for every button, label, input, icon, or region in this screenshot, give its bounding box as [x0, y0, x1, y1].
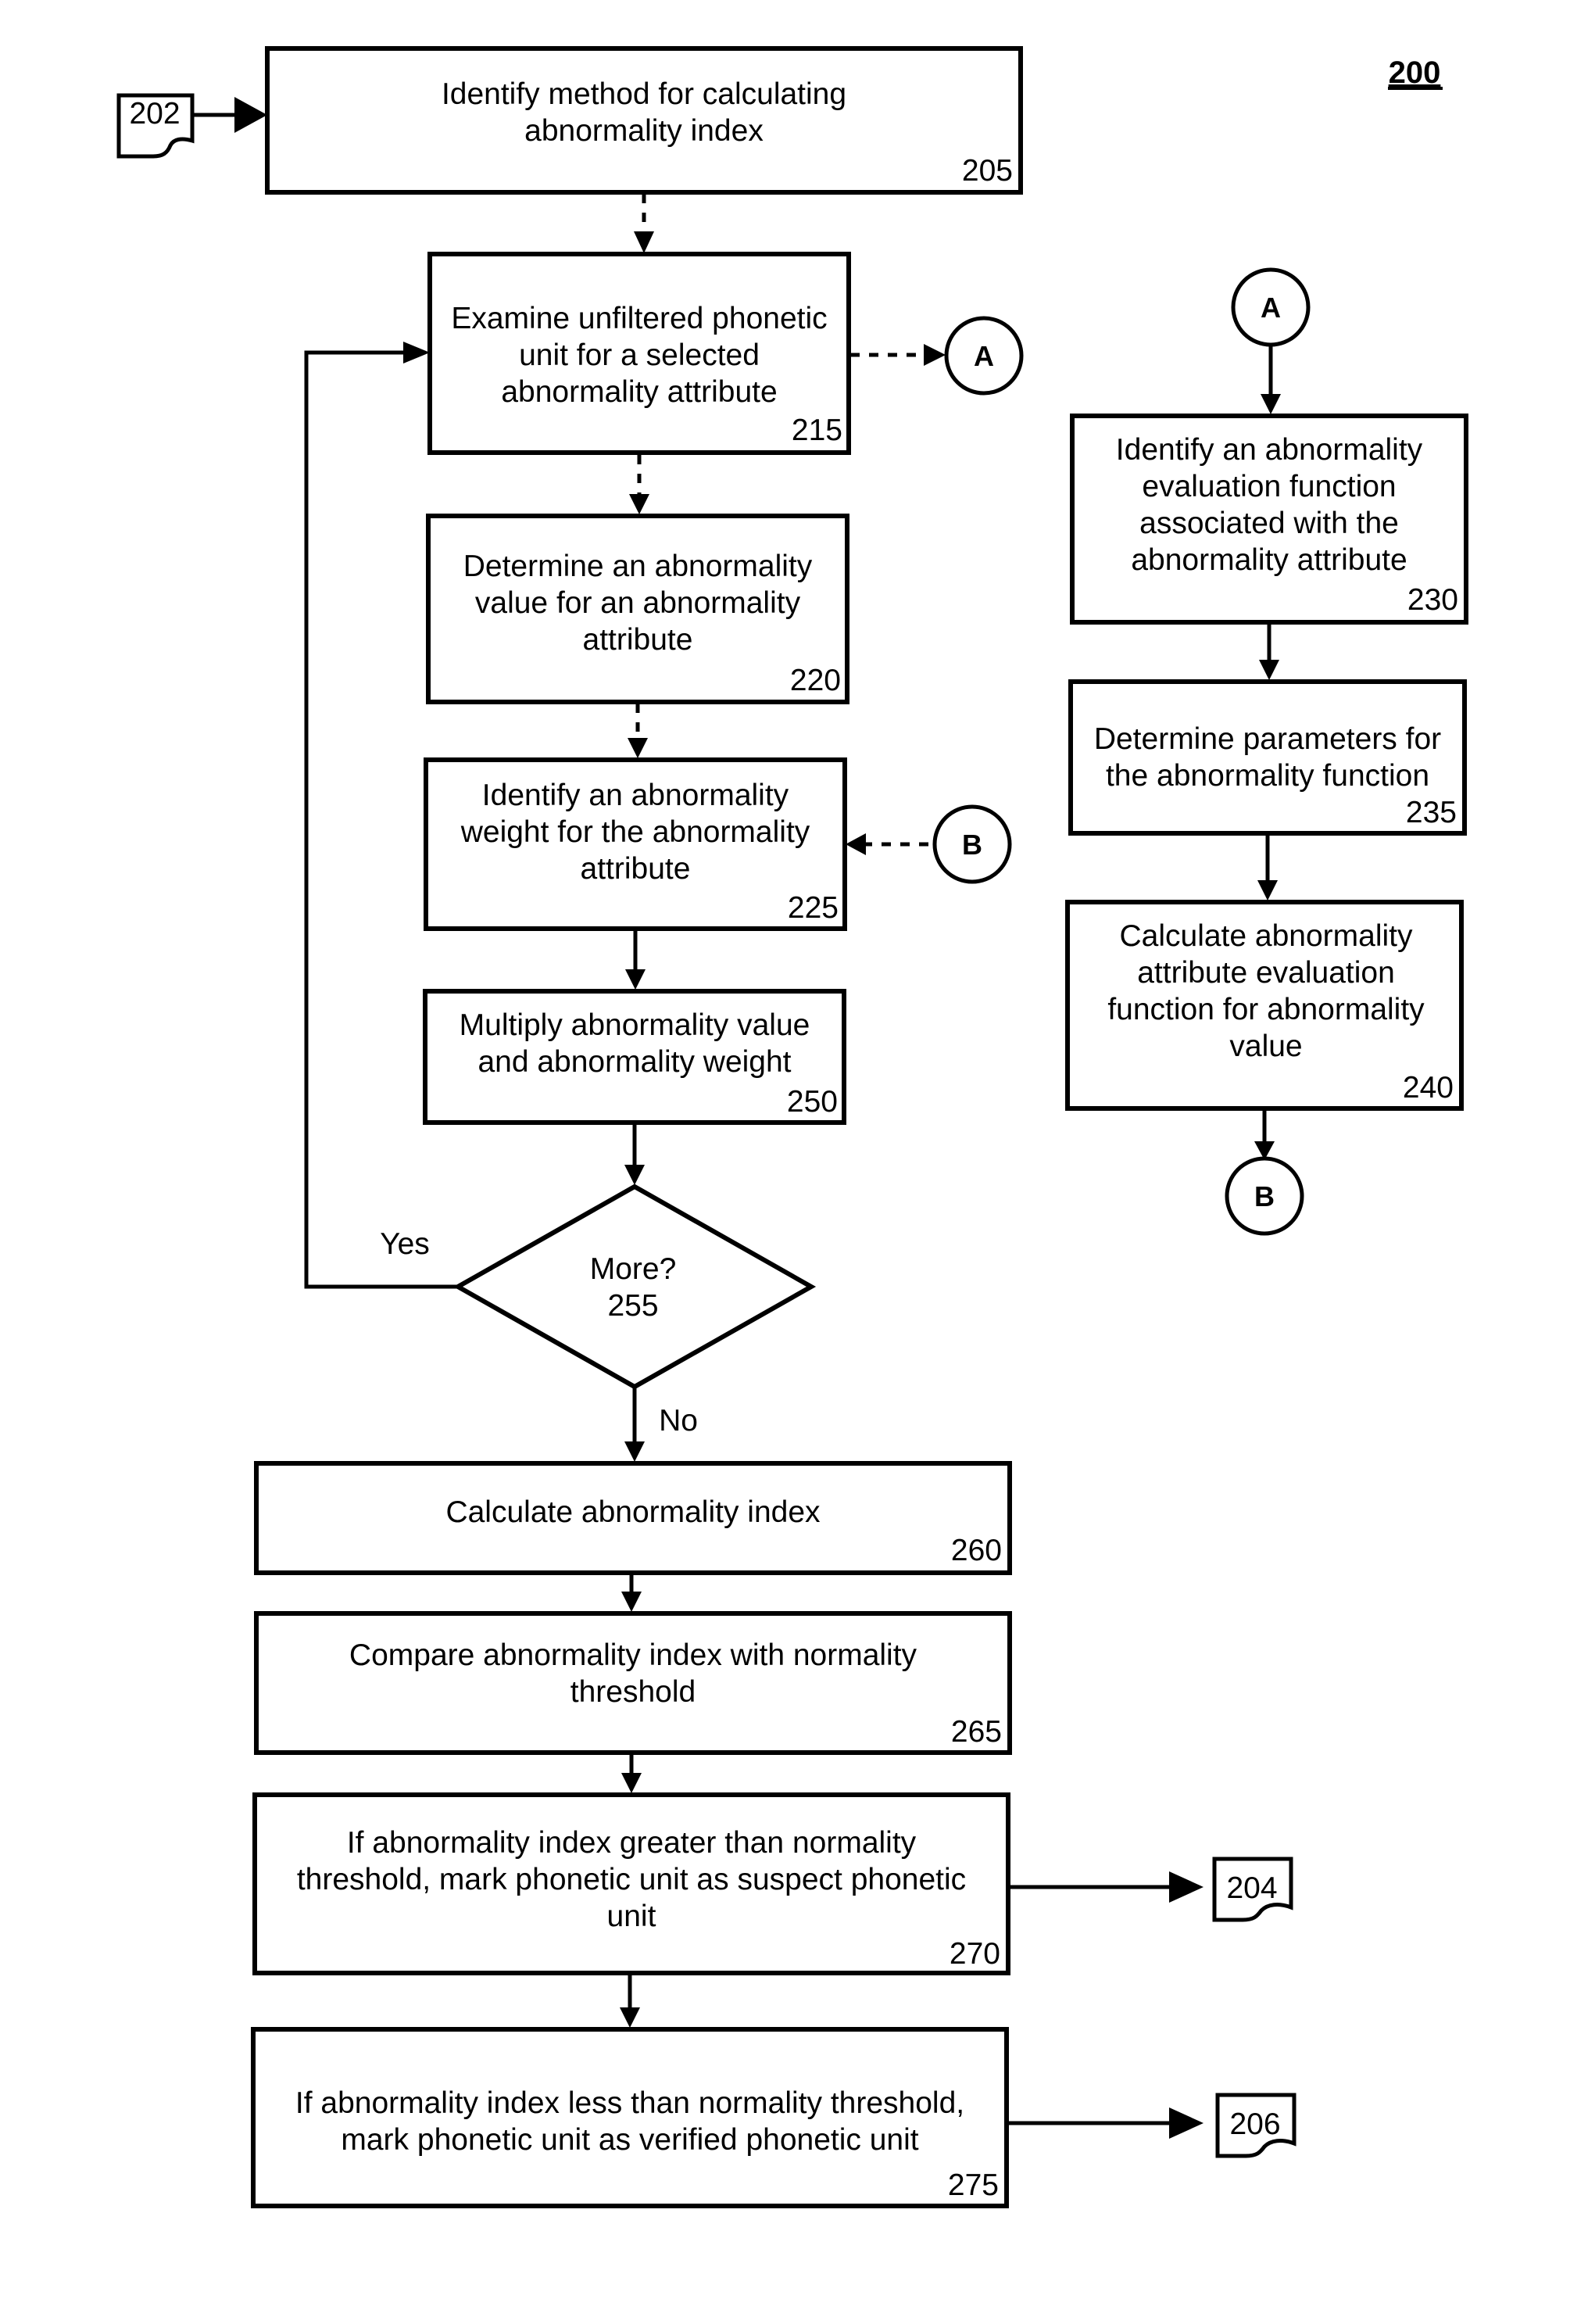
arrowhead-265: [621, 1592, 642, 1612]
step-215-line-1: Examine unfiltered phonetic: [451, 302, 827, 335]
step-260: Calculate abnormality index 260: [254, 1461, 1012, 1575]
step-240-line-1: Calculate abnormality: [1119, 919, 1413, 953]
step-275-ref: 275: [948, 2168, 999, 2202]
step-240-line-2: attribute evaluation: [1137, 956, 1395, 990]
step-250: Multiply abnormality value and abnormali…: [423, 989, 846, 1125]
step-230: Identify an abnormality evaluation funct…: [1070, 414, 1468, 625]
step-215: Examine unfiltered phonetic unit for a s…: [427, 252, 851, 455]
step-260-line-1: Calculate abnormality index: [445, 1495, 821, 1529]
connector-b-out: B: [1225, 1156, 1304, 1236]
connector-a-in: A: [1231, 267, 1311, 347]
arrowhead-b-to-225: [846, 833, 866, 855]
decision-255-question: More?: [590, 1252, 677, 1286]
step-215-line-3: abnormality attribute: [501, 375, 777, 409]
no-label: No: [659, 1404, 698, 1438]
step-235-ref: 235: [1406, 796, 1457, 829]
step-220-ref: 220: [790, 664, 841, 697]
step-225-line-2: weight for the abnormality: [460, 815, 810, 849]
step-235: Determine parameters for the abnormality…: [1068, 679, 1467, 836]
connector-b-in-label: B: [962, 829, 982, 861]
step-240-line-3: function for abnormality: [1107, 993, 1425, 1026]
arrowhead-275: [620, 2007, 640, 2028]
figure-number: 200: [1389, 56, 1441, 90]
step-235-line-1: Determine parameters for: [1094, 722, 1441, 756]
step-275-line-2: mark phonetic unit as verified phonetic …: [341, 2123, 918, 2157]
step-250-line-1: Multiply abnormality value: [460, 1008, 810, 1042]
step-265-line-2: threshold: [570, 1675, 696, 1709]
step-230-ref: 230: [1407, 583, 1458, 617]
step-265-line-1: Compare abnormality index with normality: [349, 1638, 917, 1672]
arrowhead-202: [234, 97, 267, 133]
step-225: Identify an abnormality weight for the a…: [424, 757, 847, 931]
arrowhead-204: [1169, 1871, 1204, 1903]
step-225-line-3: attribute: [581, 852, 691, 886]
step-225-line-1: Identify an abnormality: [482, 779, 789, 812]
step-230-line-2: evaluation function: [1142, 470, 1396, 503]
arrowhead-240: [1257, 880, 1278, 901]
arrowhead-250: [625, 969, 646, 990]
flowchart: 200 202 Identify method for calculating …: [116, 46, 1468, 2208]
arrowhead-260: [624, 1441, 645, 1462]
step-205-line-1: Identify method for calculating: [442, 77, 846, 111]
step-240-ref: 240: [1403, 1071, 1454, 1105]
decision-255-ref: 255: [607, 1289, 658, 1323]
connector-b-out-label: B: [1254, 1180, 1275, 1212]
step-260-ref: 260: [951, 1534, 1002, 1567]
step-270-line-1: If abnormality index greater than normal…: [347, 1826, 917, 1860]
step-270-line-3: unit: [607, 1900, 656, 1933]
step-230-line-1: Identify an abnormality: [1116, 433, 1423, 467]
yes-label: Yes: [380, 1227, 430, 1261]
step-250-ref: 250: [787, 1085, 838, 1119]
offpage-connector-202: 202: [116, 93, 195, 159]
step-235-line-2: the abnormality function: [1106, 759, 1429, 793]
step-270-line-2: threshold, mark phonetic unit as suspect…: [297, 1863, 966, 1896]
offpage-label-206: 206: [1229, 2107, 1280, 2141]
connector-a-in-label: A: [1261, 292, 1281, 324]
arrowhead-235: [1259, 660, 1279, 680]
arrowhead-270: [621, 1773, 642, 1793]
step-215-line-2: unit for a selected: [519, 338, 760, 372]
offpage-label-202: 202: [129, 97, 180, 131]
connector-b-in: B: [932, 804, 1012, 884]
step-230-line-4: abnormality attribute: [1131, 543, 1407, 577]
step-240: Calculate abnormality attribute evaluati…: [1065, 900, 1464, 1111]
step-220-line-1: Determine an abnormality: [463, 550, 813, 583]
connector-a-out-label: A: [974, 340, 994, 372]
offpage-connector-206: 206: [1215, 2093, 1297, 2158]
step-205: Identify method for calculating abnormal…: [265, 46, 1023, 195]
step-220-line-3: attribute: [583, 623, 693, 657]
arrowhead-255: [624, 1165, 645, 1185]
offpage-connector-204: 204: [1212, 1857, 1293, 1922]
step-220: Determine an abnormality value for an ab…: [426, 514, 849, 704]
arrowhead-230: [1261, 394, 1281, 414]
step-275-line-1: If abnormality index less than normality…: [295, 2086, 964, 2120]
arrowhead-225: [628, 738, 648, 758]
step-265-ref: 265: [951, 1715, 1002, 1749]
step-270-ref: 270: [950, 1937, 1000, 1971]
step-230-line-3: associated with the: [1139, 507, 1399, 540]
offpage-label-204: 204: [1226, 1871, 1277, 1905]
arrowhead-220: [629, 494, 649, 514]
step-275: If abnormality index less than normality…: [251, 2027, 1009, 2208]
step-225-ref: 225: [788, 891, 839, 925]
step-205-ref: 205: [962, 154, 1013, 188]
step-205-line-2: abnormality index: [524, 114, 764, 148]
step-220-line-2: value for an abnormality: [475, 586, 801, 620]
step-265: Compare abnormality index with normality…: [254, 1611, 1012, 1755]
step-215-ref: 215: [792, 414, 842, 447]
decision-255: More? 255: [452, 1183, 817, 1390]
step-250-line-2: and abnormality weight: [477, 1045, 791, 1079]
arrowhead-yes-loop: [403, 342, 430, 363]
arrowhead-206: [1169, 2107, 1204, 2139]
connector-a-out: A: [944, 316, 1024, 396]
step-240-line-4: value: [1229, 1030, 1302, 1063]
arrowhead-a: [924, 344, 946, 366]
step-270: If abnormality index greater than normal…: [252, 1792, 1010, 1975]
arrowhead-215: [634, 231, 654, 253]
